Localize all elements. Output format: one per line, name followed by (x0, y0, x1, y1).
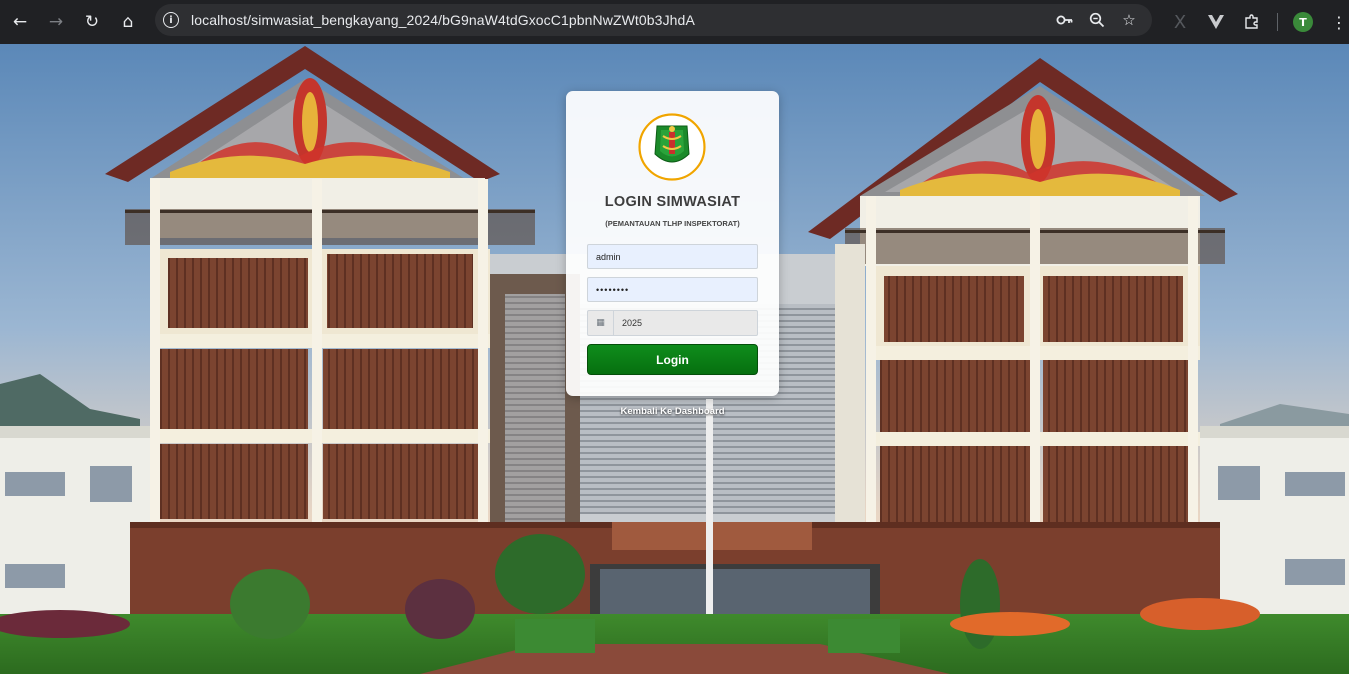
url-text[interactable]: localhost/simwasiat_bengkayang_2024/bG9n… (191, 12, 695, 28)
x-extension-icon[interactable]: X (1165, 7, 1195, 37)
key-icon[interactable] (1052, 7, 1078, 33)
home-icon[interactable]: ⌂ (113, 7, 143, 37)
calendar-icon: ▦ (588, 311, 614, 335)
page-viewport: LOGIN SIMWASIAT (PEMANTAUAN TLHP INSPEKT… (0, 44, 1349, 674)
bookmark-star-icon[interactable]: ☆ (1116, 7, 1142, 33)
year-value: 2025 (622, 318, 643, 328)
bengkayang-logo (638, 113, 706, 181)
avatar-initial: T (1293, 12, 1313, 32)
login-card: LOGIN SIMWASIAT (PEMANTAUAN TLHP INSPEKT… (566, 91, 779, 396)
profile-avatar[interactable]: T (1288, 7, 1318, 37)
username-input[interactable] (587, 244, 758, 269)
browser-toolbar: ← → ↻ ⌂ i localhost/simwasiat_bengkayang… (0, 0, 1349, 44)
forward-icon[interactable]: → (41, 7, 71, 37)
zoom-icon[interactable] (1084, 7, 1110, 33)
password-input[interactable] (587, 277, 758, 302)
address-bar[interactable]: i localhost/simwasiat_bengkayang_2024/bG… (155, 4, 1152, 36)
toolbar-divider (1277, 13, 1278, 31)
login-title: LOGIN SIMWASIAT (604, 194, 741, 210)
site-info-icon[interactable]: i (163, 12, 179, 28)
back-icon[interactable]: ← (5, 7, 35, 37)
login-subtitle: (PEMANTAUAN TLHP INSPEKTORAT) (605, 219, 740, 228)
extensions-puzzle-icon[interactable] (1237, 7, 1267, 37)
vue-devtools-icon[interactable] (1201, 7, 1231, 37)
reload-icon[interactable]: ↻ (77, 7, 107, 37)
year-select[interactable]: ▦ 2025 (587, 310, 758, 336)
back-to-dashboard-link[interactable]: Kembali Ke Dashboard (566, 406, 779, 417)
login-button[interactable]: Login (587, 344, 758, 375)
menu-kebab-icon[interactable]: ⋮ (1324, 7, 1349, 37)
